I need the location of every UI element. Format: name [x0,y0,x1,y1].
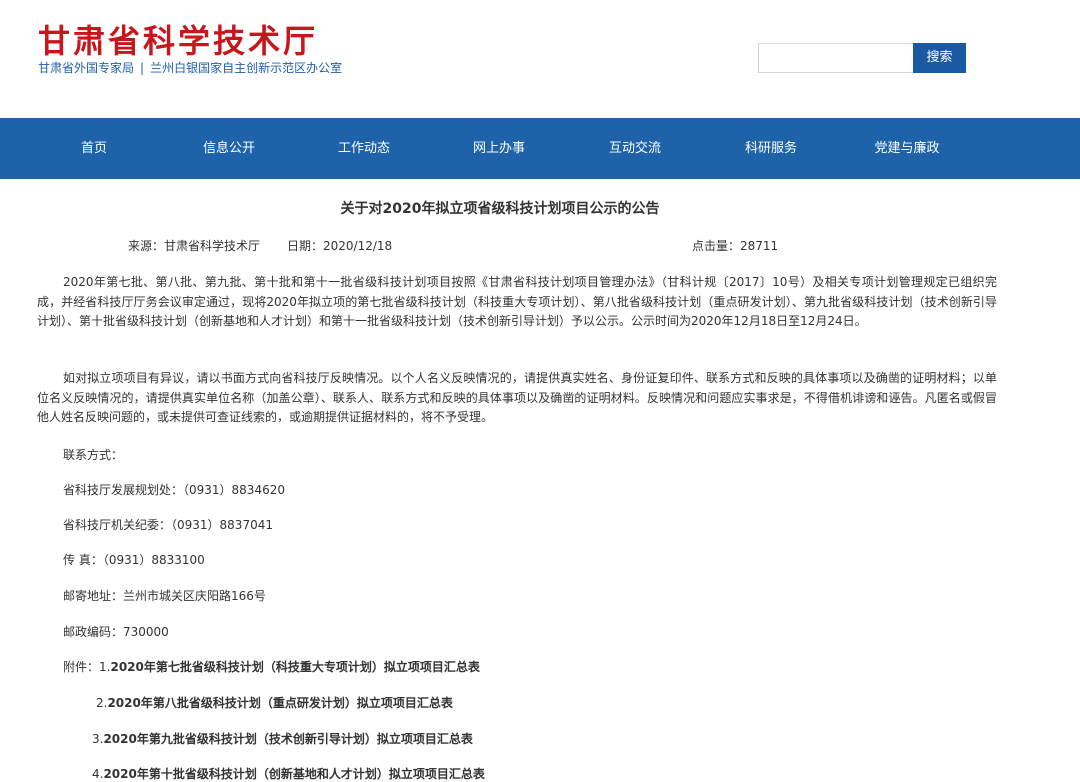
nav-item-home[interactable]: 首页 [39,118,149,179]
nav-item-party-building[interactable]: 党建与廉政 [852,118,962,179]
nav-item-interaction[interactable]: 互动交流 [580,118,690,179]
attachment-link-4[interactable]: 4.2020年第十批省级科技计划（创新基地和人才计划）拟立项项目汇总表 [92,766,485,782]
article-date: 日期：2020/12/18 [287,239,393,253]
subtitle-innovation-zone: 兰州白银国家自主创新示范区办公室 [150,61,343,75]
article-hits: 点击量：28711 [692,239,779,253]
search-button[interactable]: 搜索 [913,43,966,73]
attachment-title: 2020年第八批省级科技计划（重点研发计划）拟立项项目汇总表 [107,696,453,710]
search-input[interactable] [758,43,914,73]
site-logo-subtitle: 甘肃省外国专家局 | 兰州白银国家自主创新示范区办公室 [38,61,342,75]
nav-item-work-news[interactable]: 工作动态 [309,118,419,179]
attachment-title: 2020年第十批省级科技计划（创新基地和人才计划）拟立项项目汇总表 [103,767,485,781]
contact-postal-code: 邮政编码：730000 [63,625,169,639]
nav-item-info-disclosure[interactable]: 信息公开 [174,118,284,179]
attachment-link-1[interactable]: 附件：1.2020年第七批省级科技计划（科技重大专项计划）拟立项项目汇总表 [63,659,480,675]
attachment-number: 2. [96,696,108,710]
subtitle-separator: | [140,61,145,75]
attachments-label: 附件： [63,660,100,674]
article-paragraph-announcement: 2020年第七批、第八批、第九批、第十批和第十一批省级科技计划项目按照《甘肃省科… [37,275,997,328]
article-title: 关于对2020年拟立项省级科技计划项目公示的公告 [340,201,660,217]
contact-discipline-office: 省科技厅机关纪委：（0931）8837041 [63,518,273,532]
contact-fax: 传 真：（0931）8833100 [63,553,205,567]
attachment-link-3[interactable]: 3.2020年第九批省级科技计划（技术创新引导计划）拟立项项目汇总表 [92,731,473,747]
attachment-title: 2020年第九批省级科技计划（技术创新引导计划）拟立项项目汇总表 [103,732,473,746]
site-header: 甘肃省科学技术厅 甘肃省外国专家局 | 兰州白银国家自主创新示范区办公室 搜索 [0,0,1080,118]
site-logo-title[interactable]: 甘肃省科学技术厅 [38,22,318,60]
contact-label: 联系方式： [63,448,124,462]
main-nav: 首页 信息公开 工作动态 网上办事 互动交流 科研服务 党建与廉政 [0,118,1080,179]
nav-item-online-services[interactable]: 网上办事 [444,118,554,179]
attachment-title: 2020年第七批省级科技计划（科技重大专项计划）拟立项项目汇总表 [110,660,480,674]
subtitle-foreign-experts: 甘肃省外国专家局 [38,61,135,75]
attachment-number: 4. [92,767,104,781]
contact-mailing-address: 邮寄地址：兰州市城关区庆阳路166号 [63,589,266,603]
nav-item-research-services[interactable]: 科研服务 [716,118,826,179]
attachment-number: 3. [92,732,104,746]
contact-planning-office: 省科技厅发展规划处：（0931）8834620 [63,483,285,497]
article-source: 来源：甘肃省科学技术厅 [128,239,261,253]
article-paragraph-objection: 如对拟立项项目有异议，请以书面方式向省科技厅反映情况。以个人名义反映情况的，请提… [37,371,997,424]
attachment-number: 1. [99,660,111,674]
attachment-link-2[interactable]: 2.2020年第八批省级科技计划（重点研发计划）拟立项项目汇总表 [96,695,453,711]
